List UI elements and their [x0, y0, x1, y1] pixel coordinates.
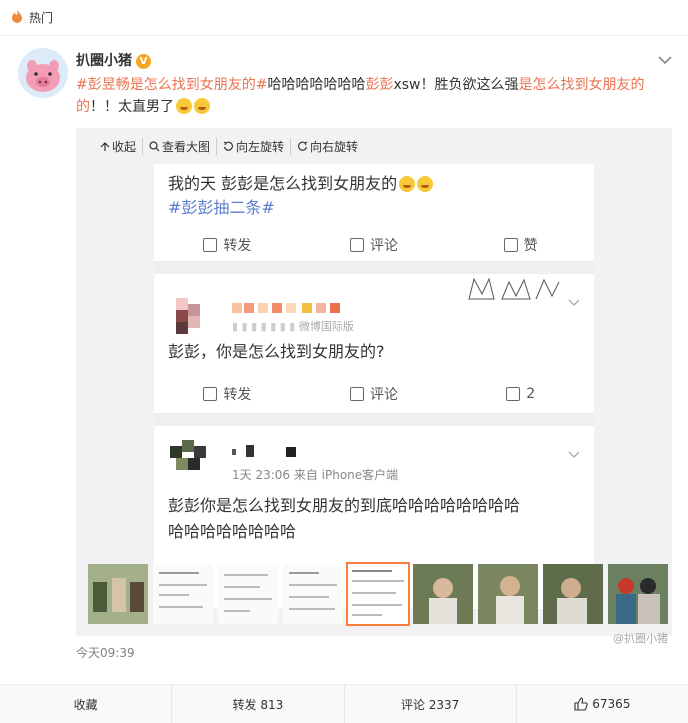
card1-like: 赞: [447, 233, 594, 257]
card1-tag: #彭彭抽二条#: [168, 198, 275, 217]
rotate-left-icon: [223, 141, 233, 151]
screenshot-card-1: 我的天 彭彭是怎么找到女朋友的 #彭彭抽二条# 转发 评论 赞: [154, 164, 594, 262]
thumbnail[interactable]: [88, 564, 148, 624]
rotate-right-label: 向右旋转: [310, 140, 359, 154]
view-large-label: 查看大图: [162, 140, 211, 154]
search-icon: [149, 141, 160, 152]
thumbnail-active[interactable]: [346, 562, 410, 626]
card1-repost: 转发: [154, 233, 301, 257]
post-text: #彭昱畅是怎么找到女朋友的#哈哈哈哈哈哈哈彭彭xsw！胜负欲这么强是怎么找到女朋…: [76, 77, 645, 115]
card1-like-label: 赞: [523, 238, 538, 254]
card1-text-body: 我的天 彭彭是怎么找到女朋友的: [168, 174, 398, 193]
chevron-down-icon: [568, 292, 580, 311]
avatar[interactable]: [18, 48, 68, 98]
like-count: 67365: [592, 697, 631, 711]
repost-icon: [203, 238, 218, 252]
repost-label: 转发 813: [232, 697, 284, 712]
rotate-left-label: 向左旋转: [236, 140, 285, 154]
flame-icon: [11, 8, 23, 27]
card2-text: 彭彭，你是怎么找到女朋友的?: [168, 342, 385, 361]
blurred-username: [232, 300, 352, 319]
divider: [154, 262, 594, 274]
thumbs-up-icon: [574, 697, 589, 711]
comment-icon: [350, 238, 364, 252]
chevron-down-icon: [568, 444, 580, 463]
thumbs-up-icon: [503, 238, 518, 252]
post-footer: 收藏 转发 813 评论 2337 67365: [0, 684, 688, 723]
laugh-emoji-icon: [417, 176, 434, 192]
card2-like: 2: [447, 382, 594, 406]
sticker-decoration: [464, 274, 564, 304]
verified-badge-icon: V: [136, 54, 151, 69]
rotate-left-button[interactable]: 向左旋转: [217, 138, 292, 155]
collapse-label: 收起: [112, 140, 137, 154]
main-image[interactable]: 我的天 彭彭是怎么找到女朋友的 #彭彭抽二条# 转发 评论 赞 ▮ ▮ ▮ ▮ …: [154, 164, 594, 610]
post-text-part: xsw！胜负欲这么强: [393, 77, 519, 93]
thumbnail[interactable]: [608, 564, 668, 624]
favorite-button[interactable]: 收藏: [0, 685, 173, 723]
arrow-up-icon: [100, 141, 110, 151]
blurred-username: [232, 444, 302, 463]
thumbnail[interactable]: [283, 564, 343, 624]
card2-comment-label: 评论: [370, 387, 398, 403]
post-text-part: 哈哈哈哈哈哈哈: [267, 77, 366, 93]
comment-label: 评论 2337: [400, 697, 460, 712]
repost-icon: [203, 387, 218, 401]
card2-comment: 评论: [301, 382, 448, 406]
blurred-avatar: [170, 440, 208, 478]
media-toolbar: 收起 查看大图 向左旋转 向右旋转: [94, 138, 364, 155]
hot-header: 热门: [0, 0, 688, 36]
card3-meta: 1天 23:06 来自 iPhone客户端: [232, 468, 399, 482]
card3-text-line1: 彭彭你是怎么找到女朋友的到底哈哈哈哈哈哈哈哈: [168, 496, 521, 515]
comment-button[interactable]: 评论 2337: [345, 685, 517, 723]
repost-button[interactable]: 转发 813: [172, 685, 345, 723]
thumbnail[interactable]: [478, 564, 538, 624]
username[interactable]: 扒圈小猪 V: [76, 50, 151, 70]
thumbnail[interactable]: [543, 564, 603, 624]
like-button[interactable]: 67365: [517, 685, 688, 723]
card2-actions: 转发 评论 2: [154, 382, 594, 406]
rotate-right-icon: [298, 141, 308, 151]
card2-meta-text: 微博国际版: [298, 320, 354, 333]
thumbnail[interactable]: [218, 564, 278, 624]
rotate-right-button[interactable]: 向右旋转: [291, 138, 364, 155]
watermark: @扒圈小猪: [613, 632, 668, 645]
card2-meta: ▮ ▮ ▮ ▮ ▮ ▮ ▮ 微博国际版: [232, 320, 354, 333]
thumbnail-strip: [88, 562, 668, 626]
card1-comment: 评论: [301, 233, 448, 257]
thumbnail[interactable]: [413, 564, 473, 624]
card1-comment-label: 评论: [370, 238, 398, 254]
thumbs-up-icon: [506, 387, 521, 401]
comment-icon: [350, 387, 364, 401]
laugh-emoji-icon: [176, 98, 192, 114]
card2-repost-label: 转发: [223, 387, 252, 403]
card1-repost-label: 转发: [223, 238, 252, 254]
post-text-highlight: 是怎么找到女朋友的: [518, 77, 645, 93]
username-text[interactable]: 扒圈小猪: [76, 53, 132, 69]
divider: [154, 414, 594, 426]
card2-repost: 转发: [154, 382, 301, 406]
collapse-button[interactable]: 收起: [94, 138, 144, 155]
media-viewer: 收起 查看大图 向左旋转 向右旋转 我的天 彭彭是怎么找到女朋友的 #彭彭抽二条…: [76, 128, 672, 645]
screenshot-card-2: ▮ ▮ ▮ ▮ ▮ ▮ ▮ 微博国际版 彭彭，你是怎么找到女朋友的? 转发 评论…: [154, 274, 594, 414]
blurred-avatar: [170, 298, 208, 336]
favorite-label: 收藏: [73, 697, 98, 712]
view-large-button[interactable]: 查看大图: [143, 138, 218, 155]
topic-tag-link[interactable]: #彭昱畅是怎么找到女朋友的#: [76, 77, 267, 93]
post-card: 扒圈小猪 V #彭昱畅是怎么找到女朋友的#哈哈哈哈哈哈哈彭彭xsw！胜负欲这么强是…: [0, 36, 688, 723]
hot-label: 热门: [29, 11, 54, 25]
post-text-highlight: 彭彭: [365, 77, 394, 93]
chevron-down-icon[interactable]: [658, 50, 672, 69]
laugh-emoji-icon: [399, 176, 416, 192]
laugh-emoji-icon: [194, 98, 210, 114]
post-text-part: ！！太直男了: [90, 99, 174, 115]
card3-text-line2: 哈哈哈哈哈哈哈哈: [168, 522, 297, 541]
card1-actions: 转发 评论 赞: [154, 233, 594, 257]
thumbnail[interactable]: [153, 564, 213, 624]
card1-text: 我的天 彭彭是怎么找到女朋友的: [168, 172, 434, 196]
card2-like-count: 2: [526, 386, 536, 402]
post-timestamp[interactable]: 今天09:39: [76, 644, 135, 661]
